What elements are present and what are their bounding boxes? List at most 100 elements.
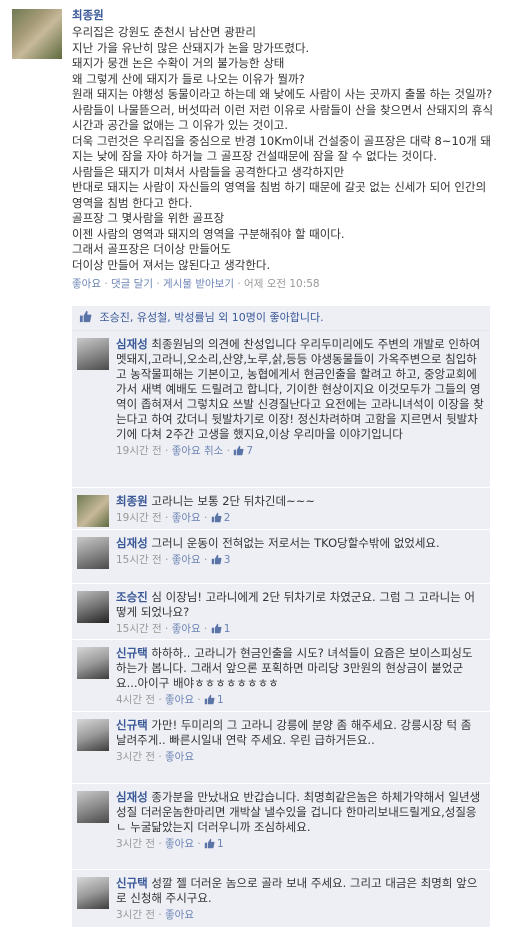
comment-text: 성깔 젤 더러운 놈으로 골라 보내 주세요. 그리고 대금은 최명희 앞으로 … — [116, 876, 478, 905]
comment-meta: 3시간 전 · 좋아요 — [116, 750, 484, 764]
post-comment-link[interactable]: 댓글 달기 — [111, 278, 153, 290]
comment-time[interactable]: 3시간 전 — [116, 838, 155, 850]
comment-time[interactable]: 4시간 전 — [116, 694, 155, 706]
comment-text-block: 조승진 심 이장님! 고라니에게 2단 뒤차기로 차였군요. 그럼 그 고라니는… — [116, 590, 484, 620]
comment-author-name[interactable]: 신규택 — [116, 876, 148, 890]
separator: · — [161, 623, 172, 635]
thumbs-up-icon — [204, 694, 215, 705]
comment-meta: 19시간 전 · 좋아요 취소 · 7 — [116, 444, 484, 458]
likes-text[interactable]: 조승진, 유성철, 박성률님 외 10명이 좋아합니다. — [100, 311, 324, 324]
comment-body: 심재성 그러니 운동이 전혀없는 저로서는 TKO당할수밖에 없었세요. 15시… — [116, 536, 484, 567]
comment-text: 종가분을 만났내요 반갑습니다. 최명희같은놈은 하체가약해서 일년생 성질 더… — [116, 790, 481, 834]
post-line: 왜 그렇게 산에 돼지가 들로 나오는 이유가 뭘까? — [72, 71, 305, 86]
comment-like-link[interactable]: 좋아요 — [172, 512, 201, 524]
comment-body: 최종원 고라니는 보통 2단 뒤차긴데~~~ 19시간 전 · 좋아요 · 2 — [116, 494, 484, 525]
separator: · — [200, 623, 211, 635]
comment-text: 하하하.. 고라니가 현금인출을 시도? 녀석들이 요즘은 보이스피싱도 하는가… — [116, 646, 473, 690]
comment-time[interactable]: 3시간 전 — [116, 751, 155, 763]
comment-time[interactable]: 19시간 전 — [116, 512, 162, 524]
comment-body: 신규택 성깔 젤 더러운 놈으로 골라 보내 주세요. 그리고 대금은 최명희 … — [116, 876, 484, 922]
post-line: 골프장 그 몇사람을 위한 골프장 — [72, 211, 225, 225]
comment-author-avatar[interactable] — [77, 591, 109, 623]
comment-author-name[interactable]: 조승진 — [116, 590, 148, 604]
comment-body: 신규택 가만! 두미리의 그 고라니 강릉에 분양 좀 해주세요. 강릉시장 턱… — [116, 718, 484, 764]
comment: 신규택 하하하.. 고라니가 현금인출을 시도? 녀석들이 요즘은 보이스피싱도… — [72, 640, 490, 712]
comment-author-name[interactable]: 신규택 — [116, 718, 148, 732]
comment-text-block: 신규택 성깔 젤 더러운 놈으로 골라 보내 주세요. 그리고 대금은 최명희 … — [116, 876, 484, 906]
comment-author-avatar[interactable] — [77, 791, 109, 823]
comment-text: 심 이장님! 고라니에게 2단 뒤차기로 차였군요. 그럼 그 고라니는 어떻게… — [116, 590, 475, 619]
comment-author-avatar[interactable] — [77, 338, 109, 370]
comment-like-count[interactable]: 3 — [211, 554, 230, 566]
comment-author-avatar[interactable] — [77, 647, 109, 679]
comment-meta: 15시간 전 · 좋아요 · 1 — [116, 622, 484, 636]
comment-time[interactable]: 3시간 전 — [116, 909, 155, 921]
comment-like-link[interactable]: 좋아요 — [165, 751, 194, 763]
separator: · — [200, 554, 211, 566]
thumbs-up-icon — [211, 512, 222, 523]
comment-text-block: 최종원 고라니는 보통 2단 뒤차긴데~~~ — [116, 494, 484, 509]
comment-time[interactable]: 15시간 전 — [116, 554, 162, 566]
likes-summary: 조승진, 유성철, 박성률님 외 10명이 좋아합니다. — [72, 306, 490, 331]
separator: · — [104, 278, 112, 290]
comment-meta: 15시간 전 · 좋아요 · 3 — [116, 553, 484, 567]
post-body: 최종원 우리집은 강원도 춘천시 남산면 광판리 지난 가을 유난히 많은 산돼… — [72, 8, 498, 291]
like-count-value: 1 — [217, 694, 224, 706]
comment-author-name[interactable]: 신규택 — [116, 646, 148, 660]
post-line: 더이상 만들어 져서는 않된다고 생각한다. — [72, 257, 271, 272]
post-line: 이젠 사람의 영역과 돼지의 영역을 구분해줘야 할 때이다. — [72, 226, 345, 241]
comment-like-count[interactable]: 2 — [211, 512, 230, 524]
comment-like-link[interactable]: 좋아요 취소 — [172, 445, 224, 457]
post-subscribe-link[interactable]: 게시물 받아보기 — [163, 278, 234, 290]
comment-like-link[interactable]: 좋아요 — [172, 623, 201, 635]
comment-body: 조승진 심 이장님! 고라니에게 2단 뒤차기로 차였군요. 그럼 그 고라니는… — [116, 590, 484, 636]
comment-like-count[interactable]: 1 — [204, 838, 224, 850]
comment-text: 고라니는 보통 2단 뒤차긴데~~~ — [151, 494, 315, 508]
comment-author-name[interactable]: 심재성 — [116, 536, 148, 550]
post-line: 더욱 그런것은 우리집을 중심으로 반경 10Km이내 건설중이 골프장은 대략… — [72, 133, 491, 164]
comment-like-count[interactable]: 1 — [204, 694, 224, 706]
comment-text: 최종원님의 의견에 찬성입니다 우리두미리에도 주변의 개발로 인하여 멧돼지,… — [116, 337, 484, 441]
comment-text-block: 신규택 가만! 두미리의 그 고라니 강릉에 분양 좀 해주세요. 강릉시장 턱… — [116, 718, 484, 748]
post-line: 돼지가 뭉갠 논은 수확이 거의 불가능한 상태 — [72, 56, 285, 70]
comment: 심재성 그러니 운동이 전혀없는 저로서는 TKO당할수밖에 없었세요. 15시… — [72, 530, 490, 584]
comment-author-avatar[interactable] — [77, 495, 109, 527]
post-timestamp[interactable]: 어제 오전 10:58 — [244, 278, 320, 290]
comment-author-name[interactable]: 심재성 — [116, 337, 148, 351]
comment-like-count[interactable]: 7 — [233, 445, 253, 457]
post-like-link[interactable]: 좋아요 — [72, 278, 101, 290]
separator: · — [155, 838, 166, 850]
comment-like-link[interactable]: 좋아요 — [165, 694, 194, 706]
comment-text-block: 심재성 최종원님의 의견에 찬성입니다 우리두미리에도 주변의 개발로 인하여 … — [116, 337, 484, 442]
comment-like-link[interactable]: 좋아요 — [165, 838, 194, 850]
comment-meta: 3시간 전 · 좋아요 — [116, 908, 484, 922]
separator: · — [155, 909, 166, 921]
separator: · — [200, 512, 211, 524]
comment-author-avatar[interactable] — [77, 719, 109, 751]
post-actions: 좋아요 · 댓글 달기 · 게시물 받아보기 · 어제 오전 10:58 — [72, 277, 498, 291]
comment-body: 심재성 최종원님의 의견에 찬성입니다 우리두미리에도 주변의 개발로 인하여 … — [116, 337, 484, 458]
thumbs-up-icon — [79, 310, 92, 323]
comment: 심재성 종가분을 만났내요 반갑습니다. 최명희같은놈은 하체가약해서 일년생 … — [72, 784, 490, 870]
comment-author-name[interactable]: 최종원 — [116, 494, 148, 508]
comment: 신규택 성깔 젤 더러운 놈으로 골라 보내 주세요. 그리고 대금은 최명희 … — [72, 870, 490, 928]
comment-text-block: 신규택 하하하.. 고라니가 현금인출을 시도? 녀석들이 요즘은 보이스피싱도… — [116, 646, 484, 691]
thumbs-up-icon — [204, 838, 215, 849]
comment-like-link[interactable]: 좋아요 — [165, 909, 194, 921]
like-count-value: 1 — [223, 623, 231, 635]
post-author-avatar[interactable] — [12, 9, 62, 59]
comment-time[interactable]: 15시간 전 — [116, 623, 162, 635]
separator: · — [155, 694, 166, 706]
like-count-value: 7 — [246, 445, 254, 457]
post-author-name[interactable]: 최종원 — [72, 8, 498, 22]
post-line: 우리집은 강원도 춘천시 남산면 광판리 — [72, 25, 256, 39]
comment-author-avatar[interactable] — [77, 537, 109, 569]
comment-like-count[interactable]: 1 — [211, 623, 231, 635]
separator: · — [194, 838, 205, 850]
comment-author-name[interactable]: 심재성 — [116, 790, 148, 804]
comment: 신규택 가만! 두미리의 그 고라니 강릉에 분양 좀 해주세요. 강릉시장 턱… — [72, 712, 490, 784]
comment-like-link[interactable]: 좋아요 — [172, 554, 201, 566]
comment-meta: 4시간 전 · 좋아요 · 1 — [116, 693, 484, 707]
comment-time[interactable]: 19시간 전 — [116, 445, 162, 457]
comment-author-avatar[interactable] — [77, 877, 109, 909]
